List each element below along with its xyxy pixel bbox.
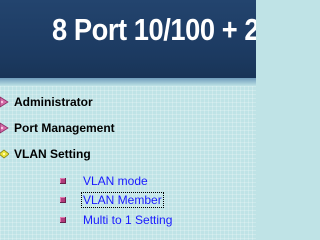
menu-item-administrator[interactable]: Administrator <box>0 93 150 111</box>
header-banner: 8 Port 10/100 + 2Port G <box>0 0 256 78</box>
bullet-icon <box>60 197 66 203</box>
menu-item-port-management[interactable]: Port Management <box>0 119 150 137</box>
side-menu: Administrator Port Management VLAN Setti… <box>0 86 256 240</box>
submenu-link[interactable]: VLAN Member <box>81 192 164 208</box>
menu-item-vlan-setting[interactable]: VLAN Setting <box>0 145 150 163</box>
submenu-link[interactable]: Multi to 1 Setting <box>82 213 173 227</box>
submenu-link[interactable]: VLAN mode <box>82 174 149 188</box>
pink-diamond-icon <box>0 96 9 108</box>
submenu-item-vlan-member[interactable]: VLAN Member <box>60 192 164 208</box>
menu-item-label: Administrator <box>14 95 93 109</box>
header-divider <box>0 78 256 86</box>
pink-diamond-icon <box>0 122 9 134</box>
menu-item-label: Port Management <box>14 121 115 135</box>
bullet-icon <box>60 217 66 223</box>
yellow-diamond-icon <box>0 149 9 159</box>
bullet-icon <box>60 178 66 184</box>
submenu-item-multi-to-1-setting[interactable]: Multi to 1 Setting <box>60 212 173 228</box>
menu-item-label: VLAN Setting <box>14 147 91 161</box>
submenu-item-vlan-mode[interactable]: VLAN mode <box>60 173 149 189</box>
device-title: 8 Port 10/100 + 2Port G <box>52 12 256 47</box>
